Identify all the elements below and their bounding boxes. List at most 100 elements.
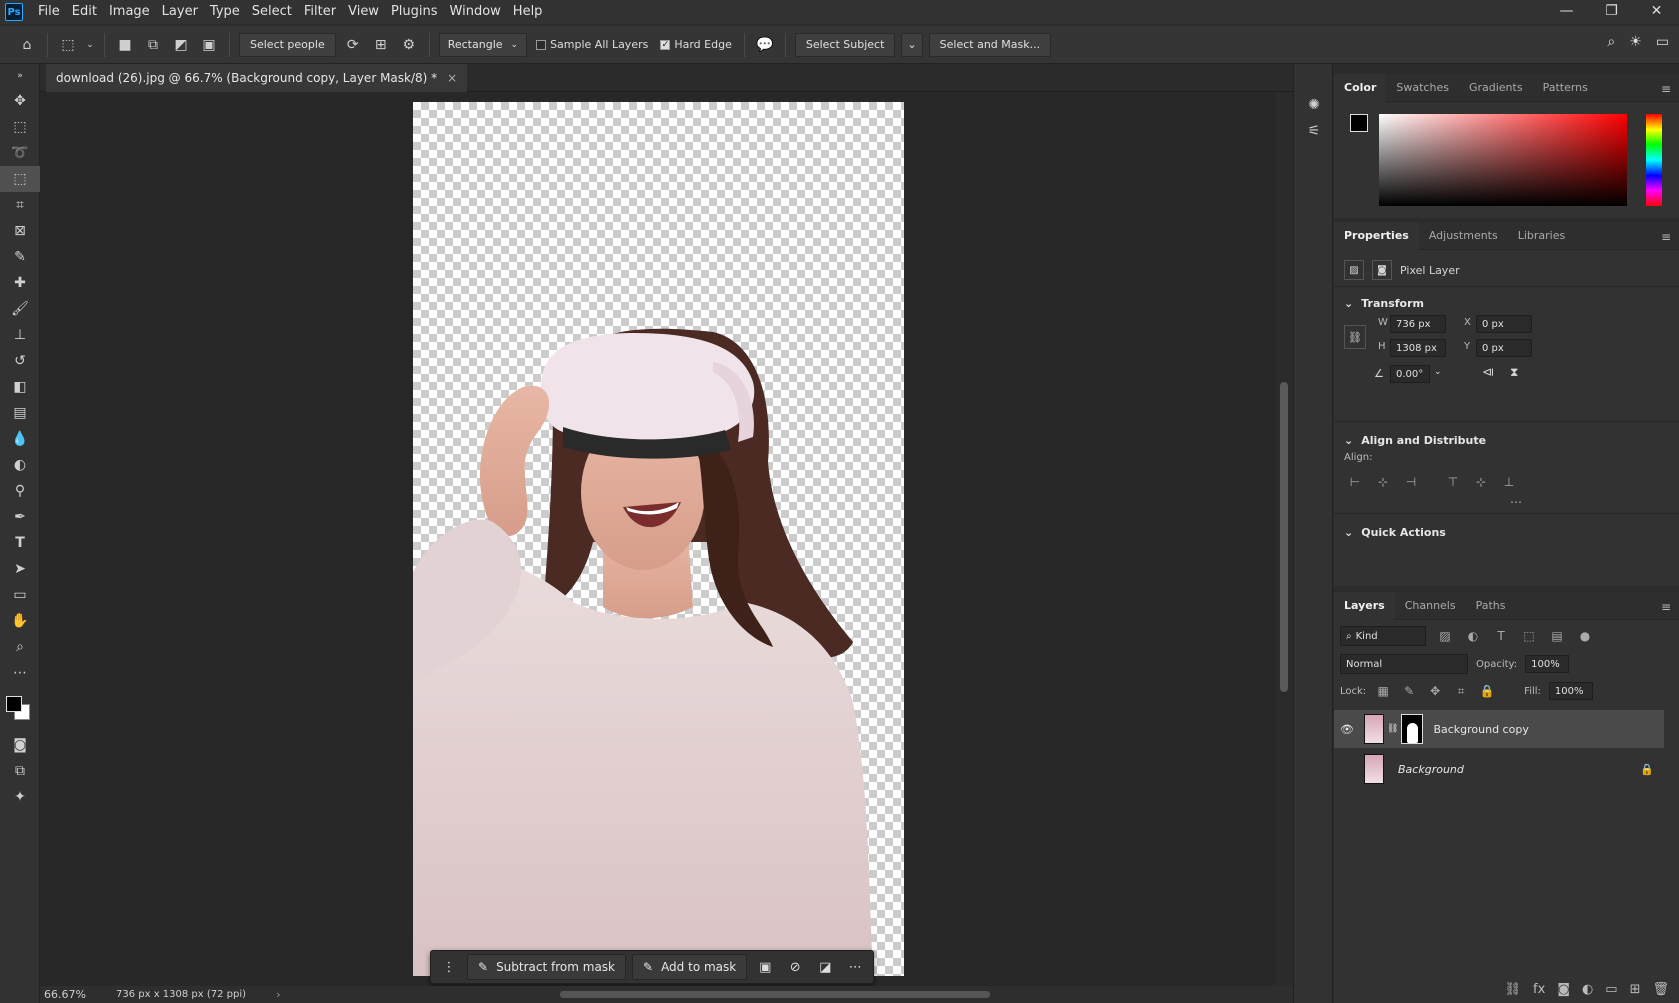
folder-icon[interactable]: ▭ bbox=[1605, 982, 1617, 997]
transform-header[interactable]: ⌄ Transform bbox=[1334, 291, 1679, 315]
object-selection-tool-icon[interactable]: ⬚ bbox=[57, 34, 79, 56]
refresh-icon[interactable]: ⟳ bbox=[342, 34, 364, 56]
menu-plugins[interactable]: Plugins bbox=[385, 0, 444, 24]
gear-icon[interactable]: ⚙ bbox=[398, 34, 420, 56]
align-middle-v-icon[interactable]: ⊹ bbox=[1472, 473, 1490, 491]
align-left-icon[interactable]: ⊢ bbox=[1346, 473, 1364, 491]
menu-layer[interactable]: Layer bbox=[156, 0, 204, 24]
generative-icon[interactable]: ✦ bbox=[0, 784, 40, 810]
lock-transparent-icon[interactable]: ▦ bbox=[1374, 682, 1392, 700]
tab-adjustments[interactable]: Adjustments bbox=[1419, 222, 1508, 250]
lasso-tool-icon[interactable]: ➰ bbox=[0, 140, 40, 166]
marquee-tool-icon[interactable]: ⬚ bbox=[0, 114, 40, 140]
lock-icon[interactable]: 🔒 bbox=[1640, 763, 1654, 776]
zoom-level[interactable]: 66.67% bbox=[44, 988, 104, 1001]
angle-field[interactable]: 0.00° bbox=[1390, 365, 1430, 383]
lock-all-icon[interactable]: 🔒 bbox=[1478, 682, 1496, 700]
menu-window[interactable]: Window bbox=[444, 0, 507, 24]
menu-filter[interactable]: Filter bbox=[298, 0, 342, 24]
fill-field[interactable]: 100% bbox=[1548, 682, 1593, 700]
layer-row[interactable]: 👁 ⛓ Background copy bbox=[1334, 710, 1664, 748]
layer-mask-thumbnail[interactable] bbox=[1401, 714, 1424, 744]
add-to-mask-button[interactable]: ✎ Add to mask bbox=[632, 954, 748, 980]
screen-mode-icon[interactable]: ⧉ bbox=[0, 758, 40, 784]
tab-paths[interactable]: Paths bbox=[1466, 592, 1516, 620]
restore-button[interactable]: ❐ bbox=[1589, 0, 1634, 24]
tab-channels[interactable]: Channels bbox=[1395, 592, 1466, 620]
zoom-tool-icon[interactable]: ⌕ bbox=[0, 634, 40, 660]
tab-swatches[interactable]: Swatches bbox=[1386, 74, 1459, 102]
chevron-down-icon[interactable]: ⌄ bbox=[1434, 367, 1442, 377]
stamp-tool-icon[interactable]: ⊥ bbox=[0, 322, 40, 348]
tab-color[interactable]: Color bbox=[1334, 73, 1387, 102]
search-icon[interactable]: ⌕ bbox=[1607, 34, 1615, 50]
vertical-scroll-thumb[interactable] bbox=[1280, 382, 1288, 692]
align-right-icon[interactable]: ⊣ bbox=[1402, 473, 1420, 491]
add-mask-icon[interactable]: ◙ bbox=[1557, 982, 1570, 997]
subtract-from-mask-button[interactable]: ✎ Subtract from mask bbox=[467, 954, 626, 980]
opacity-field[interactable]: 100% bbox=[1525, 655, 1570, 673]
more-options-icon[interactable]: ⋯ bbox=[843, 955, 867, 979]
gradient-tool-icon[interactable]: ▤ bbox=[0, 400, 40, 426]
add-selection-icon[interactable]: ⧉ bbox=[142, 34, 164, 56]
pixel-layer-icon[interactable]: ▨ bbox=[1344, 260, 1364, 280]
hard-edge-checkbox[interactable]: ✓ Hard Edge bbox=[660, 38, 732, 51]
discover-icon[interactable]: ☀ bbox=[1629, 34, 1642, 50]
select-subject-button[interactable]: Select Subject bbox=[794, 32, 896, 57]
canvas-area[interactable]: ⋮ ✎ Subtract from mask ✎ Add to mask ▣ ⊘… bbox=[40, 92, 1276, 986]
layer-row[interactable]: Background 🔒 bbox=[1334, 750, 1664, 788]
link-layers-icon[interactable]: ⛓ bbox=[1505, 982, 1522, 997]
mode-dropdown[interactable]: Rectangle ⌄ bbox=[438, 32, 528, 57]
select-mask-icon[interactable]: ▣ bbox=[753, 955, 777, 979]
healing-brush-icon[interactable]: ✚ bbox=[0, 270, 40, 296]
foreground-color-swatch[interactable] bbox=[6, 696, 22, 712]
burn-tool-icon[interactable]: ⚲ bbox=[0, 478, 40, 504]
foreground-color-swatch[interactable] bbox=[1350, 114, 1368, 132]
tab-patterns[interactable]: Patterns bbox=[1533, 74, 1598, 102]
layer-name[interactable]: Background copy bbox=[1433, 723, 1528, 736]
filter-toggle-icon[interactable]: ● bbox=[1576, 627, 1594, 645]
align-top-icon[interactable]: ⊤ bbox=[1444, 473, 1462, 491]
document-tab[interactable]: download (26).jpg @ 66.7% (Background co… bbox=[46, 64, 468, 92]
object-selection-tool-icon[interactable]: ⬚ bbox=[0, 166, 40, 192]
flip-horizontal-icon[interactable]: ⧏ bbox=[1482, 365, 1494, 379]
crop-tool-icon[interactable]: ⌗ bbox=[0, 192, 40, 218]
menu-view[interactable]: View bbox=[342, 0, 385, 24]
trash-icon[interactable]: 🗑 bbox=[1652, 982, 1669, 997]
quick-actions-header[interactable]: ⌄ Quick Actions bbox=[1334, 520, 1679, 544]
more-align-icon[interactable]: ⋯ bbox=[1334, 491, 1679, 509]
disable-mask-icon[interactable]: ⊘ bbox=[783, 955, 807, 979]
more-tools-icon[interactable]: ⋯ bbox=[0, 660, 40, 686]
home-icon[interactable]: ⌂ bbox=[16, 34, 38, 56]
color-spectrum-picker[interactable] bbox=[1379, 114, 1627, 206]
vertical-scrollbar[interactable] bbox=[1276, 92, 1293, 986]
filter-kind-dropdown[interactable]: ⌕ Kind bbox=[1340, 626, 1426, 646]
intersect-selection-icon[interactable]: ▣ bbox=[198, 34, 220, 56]
lock-image-icon[interactable]: ✎ bbox=[1400, 682, 1418, 700]
brush-tool-icon[interactable]: 🖌 bbox=[0, 296, 40, 322]
eyedropper-tool-icon[interactable]: ✎ bbox=[0, 244, 40, 270]
horizontal-scroll-thumb[interactable] bbox=[560, 991, 990, 998]
close-icon[interactable]: × bbox=[447, 71, 457, 85]
align-center-h-icon[interactable]: ⊹ bbox=[1374, 473, 1392, 491]
mask-icon[interactable]: ◙ bbox=[1372, 260, 1392, 280]
filter-smart-object-icon[interactable]: ▤ bbox=[1548, 627, 1566, 645]
y-field[interactable]: 0 px bbox=[1476, 339, 1532, 357]
tab-libraries[interactable]: Libraries bbox=[1508, 222, 1576, 250]
new-layer-icon[interactable]: ⊞ bbox=[1630, 982, 1641, 997]
new-selection-icon[interactable]: ■ bbox=[114, 34, 136, 56]
align-bottom-icon[interactable]: ⊥ bbox=[1500, 473, 1518, 491]
hand-tool-icon[interactable]: ✋ bbox=[0, 608, 40, 634]
tab-layers[interactable]: Layers bbox=[1334, 591, 1395, 620]
flip-vertical-icon[interactable]: ⧗ bbox=[1510, 365, 1518, 380]
menu-select[interactable]: Select bbox=[246, 0, 298, 24]
menu-type[interactable]: Type bbox=[204, 0, 246, 24]
minimize-button[interactable]: — bbox=[1544, 0, 1589, 24]
x-field[interactable]: 0 px bbox=[1476, 315, 1532, 333]
hue-slider[interactable] bbox=[1646, 114, 1662, 206]
type-tool-icon[interactable]: T bbox=[0, 530, 40, 556]
tab-gradients[interactable]: Gradients bbox=[1459, 74, 1533, 102]
frame-tool-icon[interactable]: ⊠ bbox=[0, 218, 40, 244]
move-tool-icon[interactable]: ✥ bbox=[0, 88, 40, 114]
document-canvas[interactable] bbox=[413, 102, 904, 976]
